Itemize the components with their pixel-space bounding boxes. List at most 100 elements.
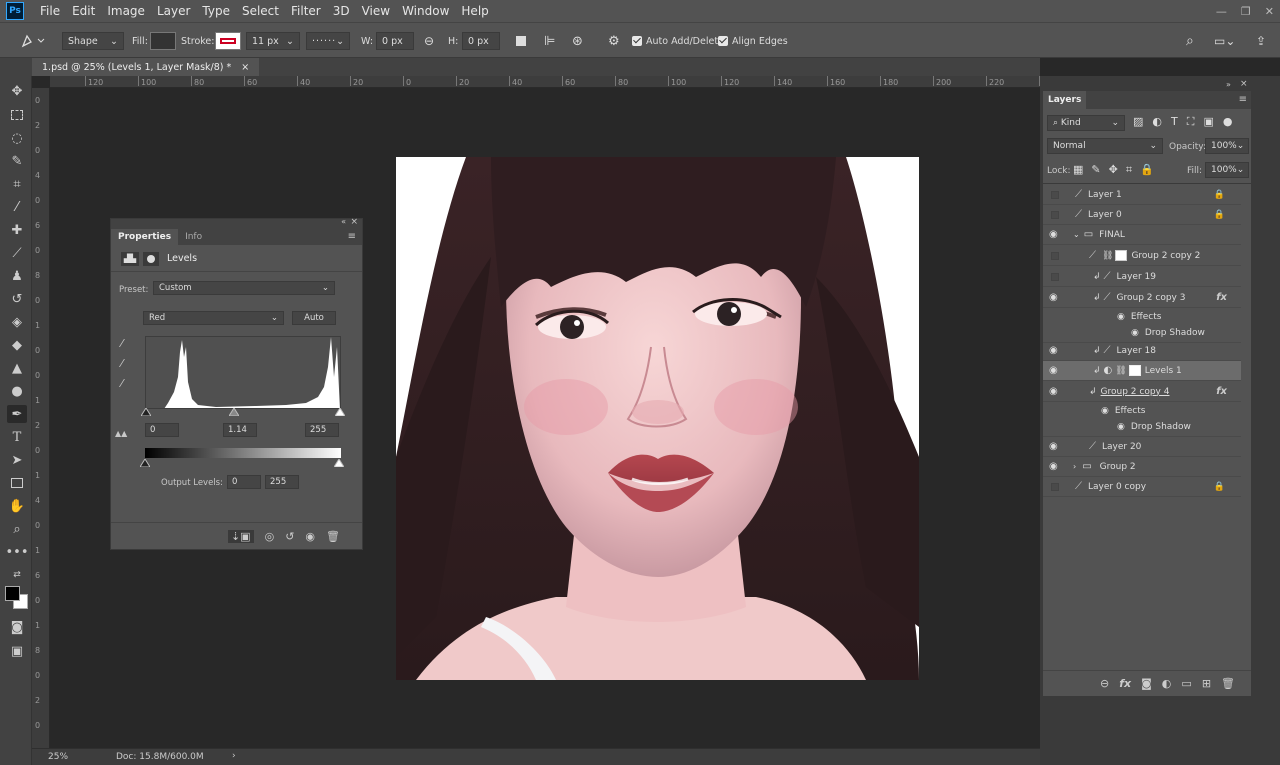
workspace-icon[interactable]: ▭⌄ <box>1214 32 1235 50</box>
quick-selection-tool-icon[interactable]: ✎ <box>7 152 27 170</box>
trash-icon[interactable]: 🗑 <box>1221 677 1235 690</box>
gray-point-eyedropper-icon[interactable]: ⁄ <box>121 357 123 370</box>
adjustment-filter-icon[interactable]: ◐ <box>1152 115 1162 129</box>
brush-tool-icon[interactable]: ⟋ <box>7 244 27 262</box>
blend-mode-select[interactable]: Normal ⌄ <box>1047 138 1163 154</box>
reset-icon[interactable]: ↺ <box>285 530 294 543</box>
auto-add-delete-checkbox[interactable]: Auto Add/Delete <box>632 32 724 50</box>
rectangle-tool-icon[interactable] <box>7 474 27 492</box>
move-tool-icon[interactable]: ✥ <box>7 82 27 100</box>
layer-row-group-2-copy-3[interactable]: ◉ ↲ ⟋ Group 2 copy 3 fx <box>1043 288 1241 308</box>
gear-icon[interactable]: ⚙ <box>608 32 620 50</box>
visibility-toggle[interactable] <box>1051 190 1059 199</box>
layer-row-levels-1[interactable]: ◉ ↲ ◐ ⛓ Levels 1 <box>1043 361 1241 381</box>
clone-stamp-tool-icon[interactable]: ♟ <box>7 267 27 285</box>
eraser-tool-icon[interactable]: ◈ <box>7 313 27 331</box>
restore-icon[interactable]: ❐ <box>1241 5 1251 18</box>
align-edges-checkbox[interactable]: Align Edges <box>718 32 788 50</box>
history-brush-tool-icon[interactable]: ↺ <box>7 290 27 308</box>
menu-help[interactable]: Help <box>455 0 494 22</box>
menu-view[interactable]: View <box>356 0 396 22</box>
menu-select[interactable]: Select <box>236 0 285 22</box>
visibility-toggle[interactable] <box>1051 482 1059 491</box>
stroke-swatch[interactable] <box>215 32 241 50</box>
white-input-slider[interactable] <box>334 407 346 419</box>
crop-tool-icon[interactable]: ⌗ <box>7 175 27 193</box>
layer-row-layer-18[interactable]: ◉ ↲ ⟋ Layer 18 <box>1043 341 1241 361</box>
calculate-histogram-icon[interactable]: ▲▲ <box>115 429 127 438</box>
smart-object-filter-icon[interactable]: ▣ <box>1203 115 1213 129</box>
document-canvas[interactable] <box>396 157 919 680</box>
layer-row-group-2[interactable]: ◉ › ▭ Group 2 <box>1043 457 1241 477</box>
type-tool-icon[interactable]: T <box>7 428 27 446</box>
eye-icon[interactable]: ◉ <box>1049 365 1061 377</box>
properties-panel-header[interactable]: « × <box>111 217 362 229</box>
auto-button[interactable]: Auto <box>292 311 336 325</box>
menu-edit[interactable]: Edit <box>66 0 101 22</box>
layer-row-layer-20[interactable]: ◉ ⟋ Layer 20 <box>1043 437 1241 457</box>
screen-mode-icon[interactable]: ▣ <box>7 642 27 660</box>
lock-position-icon[interactable]: ✥ <box>1109 163 1118 177</box>
collapse-panel-icon[interactable]: « <box>341 217 346 226</box>
foreground-color-swatch[interactable] <box>5 586 20 601</box>
output-black-field[interactable]: 0 <box>227 475 261 489</box>
layer-row-layer-0-copy[interactable]: ⟋ Layer 0 copy 🔒 <box>1043 477 1241 497</box>
tab-properties[interactable]: Properties <box>111 229 179 245</box>
layer-mask-thumbnail[interactable] <box>1115 250 1128 261</box>
zoom-tool-icon[interactable]: ⌕ <box>7 520 27 538</box>
white-point-eyedropper-icon[interactable]: ⁄ <box>121 377 123 390</box>
view-previous-state-icon[interactable]: ◎ <box>265 530 275 543</box>
panel-menu-icon[interactable]: ≡ <box>348 231 356 242</box>
eye-icon[interactable]: ◉ <box>305 530 315 543</box>
more-tools-icon[interactable]: ••• <box>6 543 29 561</box>
new-adjustment-icon[interactable]: ◐ <box>1162 677 1172 690</box>
stroke-type-select[interactable]: ······ ⌄ <box>306 32 350 50</box>
menu-window[interactable]: Window <box>396 0 455 22</box>
chevron-right-icon[interactable]: › <box>1073 462 1076 471</box>
swap-colors-icon[interactable]: ⇄ <box>7 566 27 584</box>
trash-icon[interactable]: 🗑 <box>326 530 340 543</box>
shape-filter-icon[interactable]: ⛶ <box>1187 115 1195 129</box>
eye-icon[interactable]: ◉ <box>1049 292 1061 304</box>
eye-icon[interactable]: ◉ <box>1117 312 1125 322</box>
lock-pixels-icon[interactable]: ✎ <box>1091 163 1100 177</box>
zoom-level[interactable]: 25% <box>48 752 68 762</box>
layer-row-layer-19[interactable]: ↲ ⟋ Layer 19 <box>1043 267 1241 287</box>
fx-icon[interactable]: fx <box>1216 292 1227 303</box>
paint-bucket-tool-icon[interactable]: ◆ <box>7 336 27 354</box>
eye-icon[interactable]: ◉ <box>1049 441 1061 453</box>
layer-mask-icon[interactable] <box>143 252 159 266</box>
menu-type[interactable]: Type <box>196 0 236 22</box>
layer-row-final-group[interactable]: ◉ ⌄ ▭ FINAL <box>1043 225 1241 245</box>
path-arrangement-icon[interactable]: ⊛ <box>572 32 583 50</box>
link-layers-icon[interactable]: ⊖ <box>1100 677 1109 690</box>
menu-filter[interactable]: Filter <box>285 0 327 22</box>
blur-tool-icon[interactable]: ▲ <box>7 359 27 377</box>
close-dock-icon[interactable]: × <box>1240 79 1248 89</box>
layer-row-group-2-copy-4[interactable]: ◉ ↲ Group 2 copy 4 fx <box>1043 382 1241 402</box>
lock-all-icon[interactable]: 🔒 <box>1140 163 1154 177</box>
pen-tool-preset-icon[interactable] <box>20 32 46 50</box>
eye-icon[interactable]: ◉ <box>1131 328 1139 338</box>
lasso-tool-icon[interactable]: ◌ <box>7 129 27 147</box>
visibility-toggle[interactable] <box>1051 251 1059 260</box>
path-selection-tool-icon[interactable]: ➤ <box>7 451 27 469</box>
path-alignment-icon[interactable]: ⊫ <box>544 32 555 50</box>
image-filter-icon[interactable]: ▨ <box>1133 115 1143 129</box>
pen-tool-icon[interactable]: ✒ <box>7 405 27 423</box>
opacity-field[interactable]: 100% ⌄ <box>1205 138 1249 154</box>
lock-transparency-icon[interactable]: ▦ <box>1073 163 1083 177</box>
eye-icon[interactable]: ◉ <box>1049 461 1061 473</box>
tool-mode-select[interactable]: Shape ⌄ <box>62 32 124 50</box>
black-output-slider[interactable] <box>139 458 151 470</box>
close-tab-icon[interactable]: × <box>241 62 249 73</box>
search-icon[interactable]: ⌕ <box>1186 32 1194 50</box>
link-icon[interactable]: ⊖ <box>424 32 434 50</box>
white-output-slider[interactable] <box>333 458 345 470</box>
drop-shadow-effect-row[interactable]: ◉ Drop Shadow <box>1043 417 1241 437</box>
stroke-width-field[interactable]: 11 px ⌄ <box>246 32 300 50</box>
channel-select[interactable]: Red ⌄ <box>143 311 284 325</box>
input-white-field[interactable]: 255 <box>305 423 339 437</box>
layer-row-layer-0[interactable]: ⟋ Layer 0 🔒 <box>1043 205 1241 225</box>
minimize-icon[interactable]: — <box>1216 5 1227 18</box>
